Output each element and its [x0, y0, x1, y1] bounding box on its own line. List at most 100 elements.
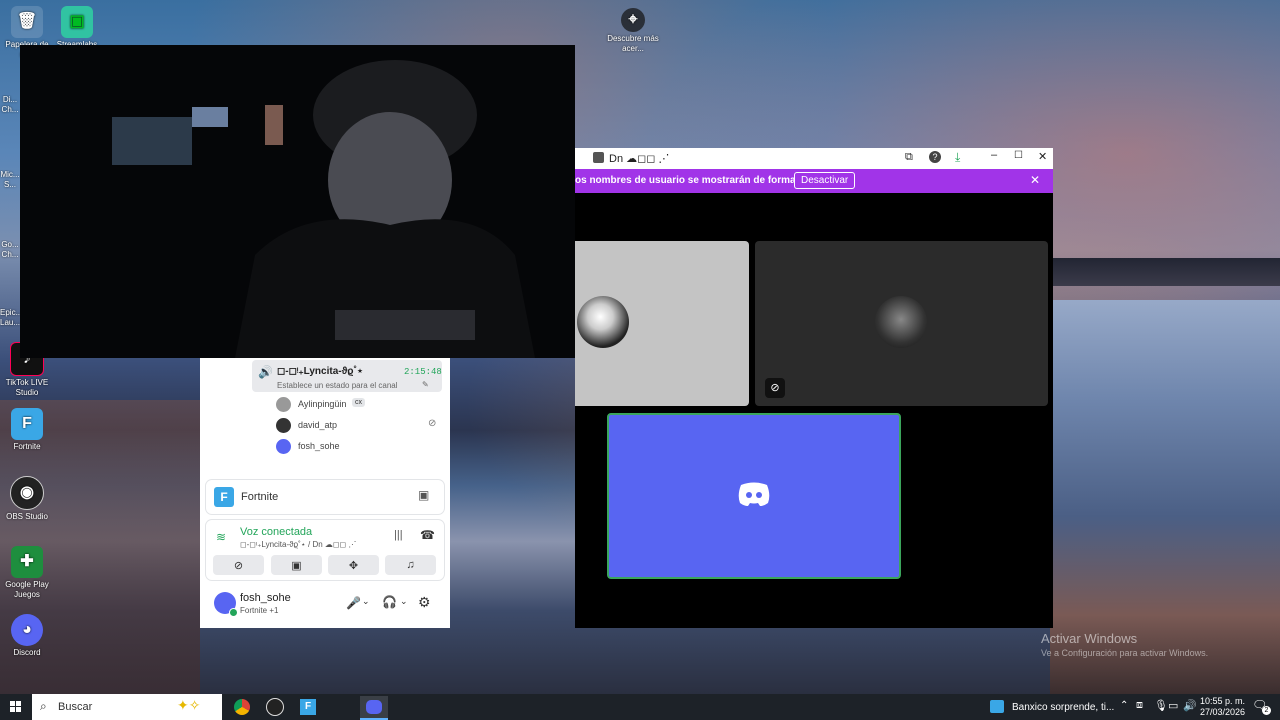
- volume-icon[interactable]: 🔊: [1183, 699, 1197, 712]
- chevron-down-icon[interactable]: ⌄: [400, 596, 408, 607]
- server-icon: [593, 152, 604, 163]
- member-row[interactable]: david_atp ⊘: [276, 417, 444, 435]
- activate-windows-subtitle: Ve a Configuración para activar Windows.: [1041, 648, 1209, 658]
- recycle-bin-icon: 🗑: [11, 6, 43, 38]
- desktop-icon-discord[interactable]: ◕ Discord: [0, 614, 54, 658]
- search-icon: ⌕: [40, 699, 47, 713]
- chevron-up-icon[interactable]: ⌃: [1120, 700, 1128, 711]
- activity-game-name: Fortnite: [241, 491, 279, 503]
- edit-icon[interactable]: ✎: [422, 380, 429, 389]
- microphone-icon[interactable]: 🎙: [1154, 699, 1168, 712]
- close-banner-icon[interactable]: ✕: [1030, 173, 1040, 187]
- download-icon[interactable]: ⤓: [955, 150, 960, 165]
- activate-windows-title: Activar Windows: [1041, 631, 1138, 646]
- taskbar-chrome[interactable]: [228, 696, 256, 718]
- member-badge: cx: [352, 398, 365, 407]
- screen-share-icon[interactable]: ▣: [418, 488, 429, 502]
- desktop-icon-google-play[interactable]: ✚ Google Play Juegos: [0, 546, 54, 600]
- desktop-icon-label: Go... Ch...: [1, 240, 19, 259]
- noise-suppression-icon[interactable]: |||: [394, 529, 403, 541]
- camera-button[interactable]: ⊘: [213, 555, 264, 575]
- start-button[interactable]: [2, 696, 30, 718]
- channel-status-text[interactable]: Establece un estado para el canal: [277, 381, 398, 390]
- desktop-icon-partial-2[interactable]: Mic... S...: [0, 170, 20, 190]
- desktop-icon-label: OBS Studio: [6, 512, 48, 521]
- windows-logo-icon: [10, 701, 21, 712]
- desktop-icon-label: Discord: [13, 648, 41, 657]
- online-status-indicator: [229, 608, 238, 617]
- taskbar-app[interactable]: [327, 696, 355, 718]
- discord-logo-icon: [738, 482, 770, 506]
- news-ticker[interactable]: Banxico sorprende, ti...: [1012, 702, 1114, 713]
- desktop-icon-partial-3[interactable]: Go... Ch...: [0, 240, 20, 260]
- user-name[interactable]: fosh_sohe: [240, 592, 291, 604]
- self-participant-tile[interactable]: [607, 413, 901, 579]
- participant-tile[interactable]: ⊘: [755, 241, 1048, 406]
- microphone-icon[interactable]: 🎤: [346, 596, 361, 610]
- discord-voice-panel: 🔊 ◻︎-◻︎ᵎ₊Lyncita-ϑϱ˚⋆ 2:15:48 Establece …: [200, 358, 450, 628]
- channel-user-name: ◻︎-◻︎ᵎ₊Lyncita-ϑϱ˚⋆: [277, 366, 364, 377]
- person-silhouette: [235, 60, 535, 358]
- user-panel: fosh_sohe Fortnite +1 🎤 ⌄ 🎧 ⌄ ⚙: [206, 586, 444, 622]
- desktop-icon-partial-1[interactable]: Di... Ch...: [0, 95, 20, 115]
- camera-off-icon: ⊘: [233, 559, 244, 572]
- soundboard-button[interactable]: ♫: [385, 555, 436, 575]
- taskbar-obs[interactable]: [261, 696, 289, 718]
- headphones-icon[interactable]: 🎧: [382, 595, 397, 609]
- news-icon: [990, 700, 1004, 713]
- desktop-icon-partial-4[interactable]: Epic... Lau...: [0, 308, 20, 328]
- desktop-icon-label: Mic... S...: [0, 170, 20, 189]
- desktop-icon-label: Fortnite: [13, 442, 41, 451]
- taskbar-fortnite[interactable]: F: [294, 696, 322, 718]
- desktop-icon-descubre[interactable]: ⌖ Descubre más acer...: [606, 8, 660, 54]
- search-box[interactable]: ⌕ Buscar ✦✧: [32, 694, 222, 720]
- share-screen-button[interactable]: ▣: [271, 555, 322, 575]
- activities-button[interactable]: ✥: [328, 555, 379, 575]
- close-button[interactable]: ✕: [1038, 150, 1047, 163]
- voice-status: Voz conectada: [240, 526, 313, 538]
- member-name: Aylinpingüin: [298, 399, 347, 409]
- background-monitor: [112, 117, 192, 165]
- desktop-icon-label: Di... Ch...: [1, 95, 19, 114]
- voice-channel-path[interactable]: ◻︎-◻︎ᵎ₊Lyncita-ϑϱ˚⋆ / Dn ☁︎◻︎◻︎ ⋰: [240, 540, 356, 549]
- avatar: [276, 397, 291, 412]
- voice-channel-row[interactable]: 🔊 ◻︎-◻︎ᵎ₊Lyncita-ϑϱ˚⋆ 2:15:48 Establece …: [252, 360, 442, 392]
- fortnite-icon: F: [11, 408, 43, 440]
- deactivate-button[interactable]: Desactivar: [794, 172, 856, 189]
- wallpaper-hills: [1050, 258, 1280, 286]
- participant-avatar: [875, 296, 927, 348]
- taskbar: ⌕ Buscar ✦✧ F Banxico sorprende, ti... ⌃…: [0, 694, 1280, 720]
- participant-tile[interactable]: [575, 241, 749, 406]
- tray-app-icon[interactable]: ⧈: [1136, 699, 1143, 712]
- chrome-icon: [234, 699, 250, 715]
- member-name: david_atp: [298, 420, 338, 430]
- activities-icon: ✥: [348, 559, 359, 572]
- deafened-icon: ⊘: [428, 418, 437, 429]
- disconnect-icon[interactable]: ☎: [420, 528, 435, 542]
- fortnite-icon: F: [214, 487, 234, 507]
- popout-icon[interactable]: ⧉: [905, 151, 913, 164]
- desktop-icon-fortnite[interactable]: F Fortnite: [0, 408, 54, 452]
- window-titlebar: Dn ☁︎◻︎◻︎ ⋰ ⧉ ? ⤓ – ☐ ✕: [575, 148, 1053, 169]
- desktop-icon-obs[interactable]: ◉ OBS Studio: [0, 476, 54, 522]
- channel-timer: 2:15:48: [404, 367, 442, 377]
- help-icon[interactable]: ?: [929, 151, 941, 163]
- clock-time[interactable]: 10:55 p. m.: [1200, 696, 1245, 706]
- window-title: Dn ☁︎◻︎◻︎ ⋰: [609, 153, 670, 165]
- member-row[interactable]: Aylinpingüin cx: [276, 396, 444, 414]
- clock-date[interactable]: 27/03/2026: [1200, 707, 1245, 717]
- minimize-button[interactable]: –: [991, 149, 997, 161]
- desktop-icon-label: Epic... Lau...: [0, 308, 20, 327]
- maximize-button[interactable]: ☐: [1014, 150, 1023, 161]
- desktop-icon-streamlabs[interactable]: ▣ Streamlabs: [50, 6, 104, 50]
- chevron-down-icon[interactable]: ⌄: [362, 596, 370, 607]
- network-icon[interactable]: ▭: [1168, 699, 1178, 712]
- signal-icon[interactable]: ≋: [216, 530, 226, 544]
- member-row[interactable]: fosh_sohe: [276, 438, 444, 456]
- settings-gear-icon[interactable]: ⚙: [418, 594, 431, 611]
- participant-avatar: [577, 296, 629, 348]
- soundboard-icon: ♫: [406, 559, 415, 571]
- activity-card[interactable]: F Fortnite ▣: [206, 480, 444, 514]
- taskbar-discord[interactable]: [360, 696, 388, 718]
- search-placeholder: Buscar: [58, 701, 93, 713]
